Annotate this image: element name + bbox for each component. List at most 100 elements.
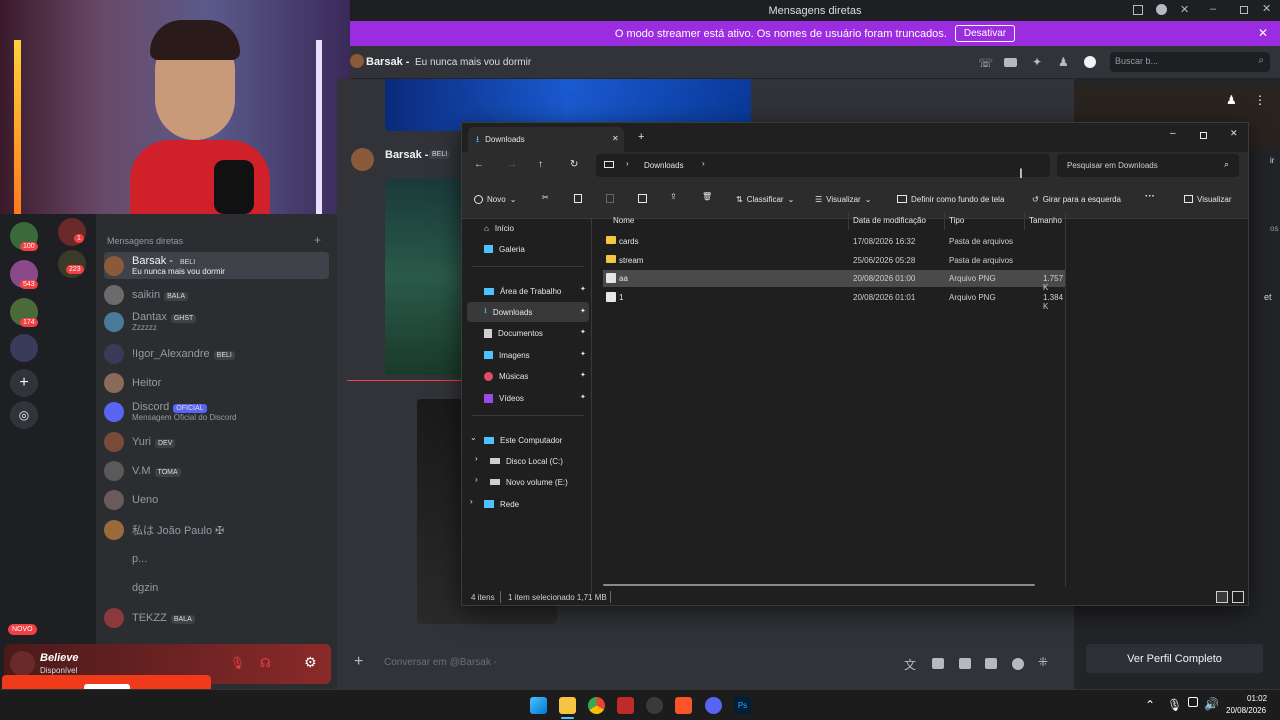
- emoji-icon[interactable]: [1012, 658, 1024, 670]
- delete-icon[interactable]: 🗑: [702, 192, 712, 201]
- nav-this-pc[interactable]: Este Computador: [484, 431, 562, 449]
- up-icon[interactable]: ↑: [538, 159, 543, 170]
- message-avatar[interactable]: [351, 148, 374, 171]
- address-bar[interactable]: › Downloads ›: [596, 154, 1050, 177]
- pin-icon[interactable]: ✦: [580, 328, 586, 336]
- call-icon[interactable]: ☏: [978, 56, 993, 70]
- dm-item[interactable]: TEKZZ BALA: [104, 604, 329, 631]
- cut-icon[interactable]: ✂: [542, 193, 549, 202]
- nav-pictures[interactable]: Imagens: [484, 346, 530, 364]
- sticker-icon[interactable]: [985, 658, 997, 669]
- attach-icon[interactable]: +: [354, 653, 363, 671]
- mute-icon[interactable]: 🎙: [230, 656, 245, 670]
- nav-disk-c[interactable]: Disco Local (C:): [490, 452, 563, 470]
- rename-icon[interactable]: [638, 194, 647, 203]
- settings-icon[interactable]: ⚙: [304, 654, 317, 671]
- sort-button[interactable]: ⇅ Classificar ⌄: [736, 192, 794, 206]
- column-name[interactable]: Nome: [613, 216, 634, 225]
- pin-icon[interactable]: ✦: [580, 350, 586, 358]
- attachment-image-cage[interactable]: [385, 179, 463, 375]
- dm-item[interactable]: p...: [104, 545, 329, 572]
- nav-gallery[interactable]: Galeria: [484, 240, 525, 258]
- pin-icon[interactable]: ✦: [580, 393, 586, 401]
- nav-desktop[interactable]: Área de Trabalho: [484, 282, 561, 300]
- search-input[interactable]: Buscar b... ⌕: [1110, 52, 1270, 72]
- banner-close-icon[interactable]: ✕: [1258, 26, 1268, 40]
- maximize-icon[interactable]: [1200, 132, 1207, 139]
- nav-volume-e[interactable]: Novo volume (E:): [490, 473, 568, 491]
- brave-icon[interactable]: [675, 697, 692, 714]
- dm-item[interactable]: dgzin: [104, 574, 329, 601]
- file-explorer-icon[interactable]: [559, 697, 576, 714]
- file-row[interactable]: aa 20/08/2026 01:00 Arquivo PNG 1.757 K: [603, 270, 1065, 292]
- maximize-icon[interactable]: [1240, 6, 1248, 14]
- nav-documents[interactable]: Documentos: [484, 324, 543, 342]
- message-input[interactable]: Conversar em @Barsak -: [384, 657, 497, 668]
- start-icon[interactable]: [530, 697, 547, 714]
- minimize-icon[interactable]: –: [1210, 3, 1216, 15]
- share-icon[interactable]: ⇪: [670, 192, 677, 201]
- dm-item[interactable]: saikin BALA: [104, 281, 329, 308]
- clock-time[interactable]: 01:02: [1247, 694, 1267, 703]
- dm-item[interactable]: !Igor_Alexandre BELI: [104, 340, 329, 367]
- disable-button[interactable]: Desativar: [954, 25, 1016, 42]
- paste-icon[interactable]: [606, 194, 614, 203]
- tab-downloads[interactable]: ⭳ Downloads ✕: [468, 127, 624, 152]
- nav-music[interactable]: Músicas: [484, 367, 528, 385]
- view-button[interactable]: ☰ Visualizar ⌄: [815, 192, 871, 206]
- app-icon[interactable]: [617, 697, 634, 714]
- photoshop-icon[interactable]: Ps: [734, 697, 751, 714]
- search-box[interactable]: Pesquisar em Downloads ⌕: [1057, 154, 1239, 177]
- dm-item[interactable]: Heitor: [104, 369, 329, 396]
- chrome-icon[interactable]: [588, 697, 605, 714]
- tiles-view-icon[interactable]: [1232, 591, 1244, 603]
- dm-item[interactable]: Dantax GHST Zzzzzz: [104, 308, 329, 335]
- column-type[interactable]: Tipo: [949, 216, 964, 225]
- add-friends-icon[interactable]: ♟: [1058, 55, 1069, 69]
- user-profile-icon[interactable]: [1084, 56, 1096, 68]
- forward-icon[interactable]: →: [507, 159, 517, 170]
- dm-item[interactable]: Discord OFICIAL Mensagem Oficial do Discor…: [104, 398, 329, 425]
- volume-icon[interactable]: 🔊: [1204, 697, 1219, 711]
- dm-item[interactable]: Yuri DEV: [104, 428, 329, 455]
- tools-icon[interactable]: ✕: [1180, 3, 1189, 16]
- tab-close-icon[interactable]: ✕: [612, 134, 619, 143]
- apps-icon[interactable]: ⁜: [1038, 655, 1048, 669]
- file-row[interactable]: stream 25/06/2026 05:28 Pasta de arquivos: [603, 252, 1065, 269]
- refresh-icon[interactable]: ↻: [570, 159, 578, 170]
- column-date[interactable]: Data de modificação: [853, 216, 926, 225]
- close-icon[interactable]: ✕: [1262, 2, 1271, 15]
- copy-icon[interactable]: [574, 194, 582, 203]
- dm-item[interactable]: Barsak - BELI Eu nunca mais vou dormir: [104, 252, 329, 279]
- chevron-right-icon[interactable]: ›: [475, 475, 478, 484]
- add-server-icon[interactable]: +: [10, 369, 38, 397]
- back-icon[interactable]: ←: [474, 159, 484, 170]
- nav-downloads[interactable]: ⭳ Downloads: [484, 303, 532, 321]
- gift-icon[interactable]: [932, 658, 944, 669]
- chevron-right-icon[interactable]: ›: [475, 454, 478, 463]
- new-button[interactable]: Novo ⌄: [474, 192, 516, 206]
- discord-icon[interactable]: [705, 697, 722, 714]
- gif-icon[interactable]: [959, 658, 971, 669]
- add-friend-icon[interactable]: ♟: [1226, 93, 1237, 107]
- chevron-down-icon[interactable]: ⌄: [470, 433, 477, 442]
- set-wallpaper-button[interactable]: Definir como fundo de tela: [897, 192, 1004, 206]
- pin-icon[interactable]: ✦: [580, 285, 586, 293]
- preview-pane-button[interactable]: Visualizar: [1184, 192, 1232, 206]
- breadcrumb[interactable]: Downloads: [644, 161, 684, 170]
- chevron-right-icon[interactable]: ›: [470, 497, 473, 506]
- deafen-icon[interactable]: ☊: [260, 656, 271, 670]
- help-icon[interactable]: [1156, 4, 1167, 15]
- discover-icon[interactable]: ◎: [10, 401, 38, 429]
- pin-icon[interactable]: ✦: [1032, 55, 1042, 69]
- pin-icon[interactable]: ✦: [580, 371, 586, 379]
- dm-item[interactable]: V.M TOMA: [104, 457, 329, 484]
- minimize-icon[interactable]: –: [1170, 128, 1176, 139]
- new-dm-icon[interactable]: +: [314, 233, 321, 247]
- inbox-icon[interactable]: [1133, 5, 1143, 15]
- file-row[interactable]: 1 20/08/2026 01:01 Arquivo PNG 1.384 K: [603, 289, 1065, 311]
- file-row[interactable]: cards 17/08/2026 16:32 Pasta de arquivos: [603, 233, 1065, 250]
- more-options-icon[interactable]: ···: [1145, 191, 1155, 202]
- translate-icon[interactable]: 文: [904, 656, 916, 673]
- more-icon[interactable]: ⋮: [1254, 93, 1266, 107]
